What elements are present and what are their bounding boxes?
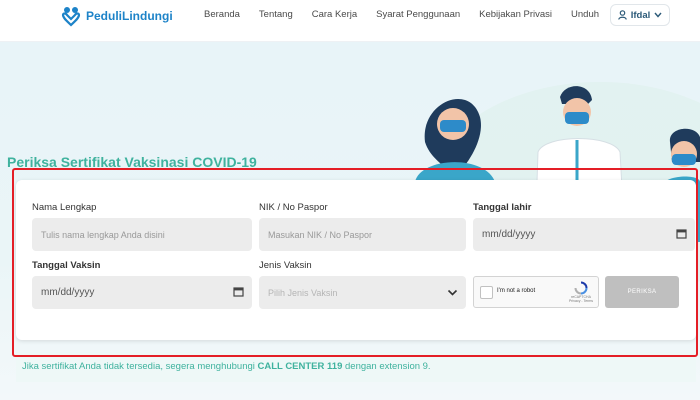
vacc-type-label: Jenis Vaksin bbox=[259, 260, 312, 271]
recaptcha-icon bbox=[574, 281, 588, 295]
vacc-type-placeholder: Pilih Jenis Vaksin bbox=[268, 287, 338, 298]
dob-label: Tanggal lahir bbox=[473, 202, 532, 213]
brand-logo[interactable]: PeduliLindungi bbox=[60, 5, 173, 27]
name-placeholder: Tulis nama lengkap Anda disini bbox=[41, 229, 165, 240]
name-label: Nama Lengkap bbox=[32, 202, 97, 213]
recaptcha-brand: reCAPTCHA Privacy - Terms bbox=[566, 281, 596, 303]
nav-unduh[interactable]: Unduh bbox=[571, 9, 599, 20]
nav-beranda[interactable]: Beranda bbox=[204, 9, 240, 20]
vacc-date-label: Tanggal Vaksin bbox=[32, 260, 101, 271]
nav-syarat-penggunaan[interactable]: Syarat Penggunaan bbox=[376, 9, 460, 20]
certificate-form-card bbox=[16, 180, 696, 340]
check-button[interactable]: PERIKSA bbox=[605, 276, 679, 308]
vacc-date-value: mm/dd/yyyy bbox=[41, 287, 95, 298]
calendar-icon[interactable] bbox=[676, 228, 687, 239]
nik-label: NIK / No Paspor bbox=[259, 202, 328, 213]
user-menu-button[interactable]: Ifdal bbox=[610, 4, 670, 26]
nav-kebijakan-privasi[interactable]: Kebijakan Privasi bbox=[479, 9, 552, 20]
top-header: PeduliLindungi Beranda Tentang Cara Kerj… bbox=[0, 0, 700, 42]
dob-value: mm/dd/yyyy bbox=[482, 229, 536, 240]
notice-prefix: Jika sertifikat Anda tidak tersedia, seg… bbox=[22, 361, 258, 372]
chevron-down-icon bbox=[447, 289, 458, 296]
user-icon bbox=[617, 10, 627, 20]
nav-cara-kerja[interactable]: Cara Kerja bbox=[312, 9, 357, 20]
page-title: Periksa Sertifikat Vaksinasi COVID-19 bbox=[7, 154, 257, 170]
nik-placeholder: Masukan NIK / No Paspor bbox=[268, 229, 373, 240]
dob-date-input[interactable]: mm/dd/yyyy bbox=[473, 218, 695, 251]
main-nav: Beranda Tentang Cara Kerja Syarat Penggu… bbox=[204, 9, 618, 20]
user-name: Ifdal bbox=[630, 9, 651, 21]
call-center-highlight: CALL CENTER 119 bbox=[257, 361, 343, 372]
notice-suffix: dengan extension 9. bbox=[342, 361, 431, 372]
recaptcha-checkbox[interactable] bbox=[480, 286, 493, 299]
nik-input[interactable]: Masukan NIK / No Paspor bbox=[259, 218, 466, 251]
recaptcha-links[interactable]: Privacy - Terms bbox=[566, 299, 596, 303]
vacc-date-input[interactable]: mm/dd/yyyy bbox=[32, 276, 252, 309]
notice-text: Jika sertifikat Anda tidak tersedia, seg… bbox=[22, 361, 431, 372]
chevron-down-icon bbox=[654, 12, 662, 18]
nav-tentang[interactable]: Tentang bbox=[259, 9, 293, 20]
name-input[interactable]: Tulis nama lengkap Anda disini bbox=[32, 218, 252, 251]
recaptcha-label: I'm not a robot bbox=[497, 288, 536, 294]
vacc-type-select[interactable]: Pilih Jenis Vaksin bbox=[259, 276, 466, 309]
recaptcha-widget: I'm not a robot reCAPTCHA Privacy - Term… bbox=[473, 276, 599, 308]
brand-name: PeduliLindungi bbox=[86, 9, 173, 23]
heart-logo-icon bbox=[61, 7, 81, 27]
calendar-icon[interactable] bbox=[233, 286, 244, 297]
